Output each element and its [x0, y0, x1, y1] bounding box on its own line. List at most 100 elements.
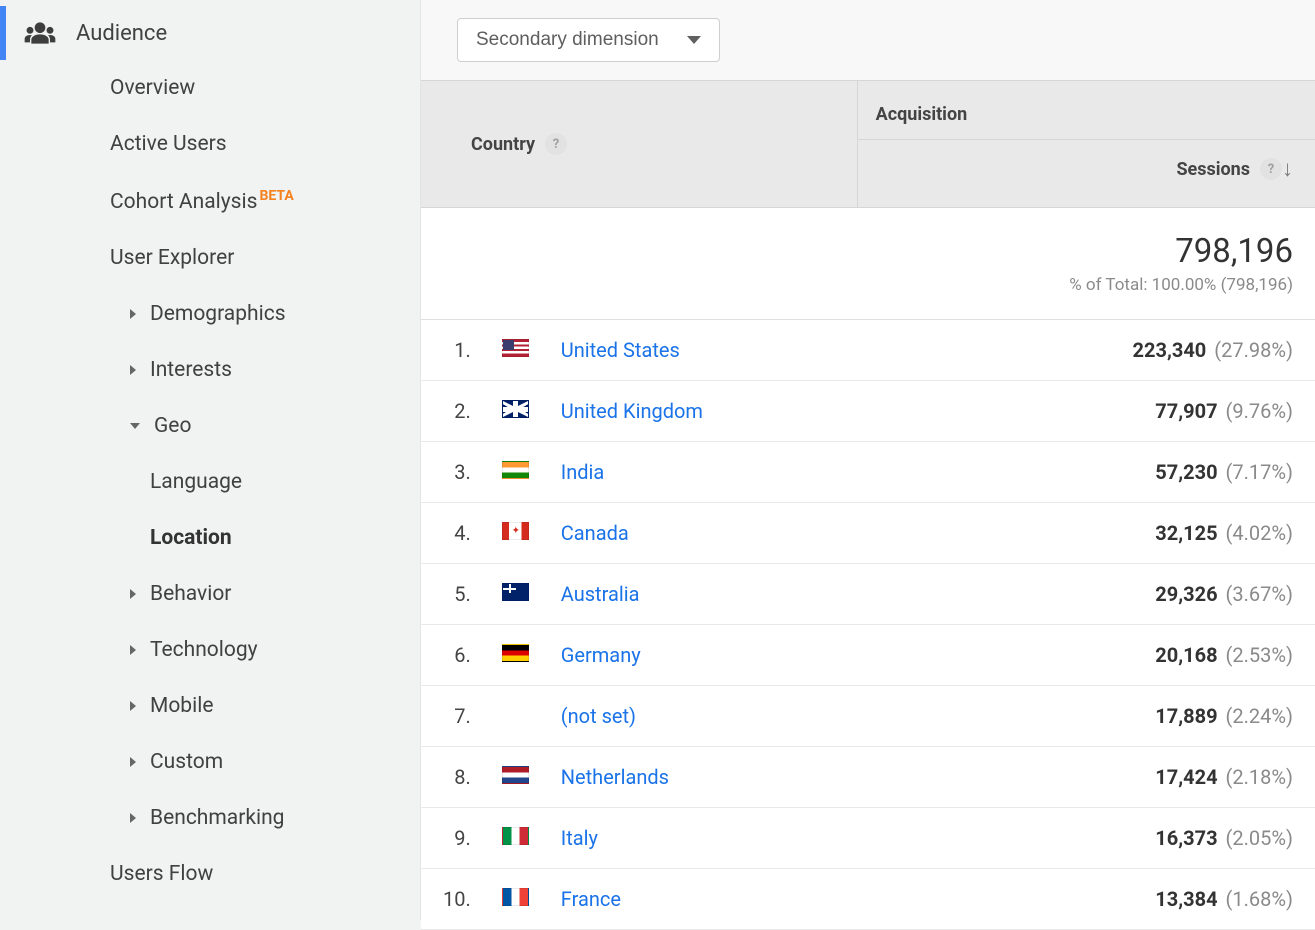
sidebar-item-active-users[interactable]: Active Users — [0, 116, 420, 172]
country-link[interactable]: France — [561, 887, 621, 911]
sessions-value: 20,168 — [1155, 643, 1217, 667]
sidebar-item-behavior[interactable]: Behavior — [0, 566, 420, 622]
country-link[interactable]: United States — [561, 338, 680, 362]
sidebar-nav: OverviewActive UsersCohort AnalysisBETAU… — [0, 60, 420, 902]
flag-icon-de — [502, 644, 529, 662]
flag-cell — [493, 747, 539, 808]
flag-icon-none — [502, 705, 529, 723]
sidebar-item-label: Technology — [150, 638, 258, 662]
sidebar-item-geo[interactable]: Geo — [0, 398, 420, 454]
table-row: 2.United Kingdom77,907(9.76%) — [421, 381, 1315, 442]
sidebar-item-label: Interests — [150, 358, 232, 382]
sessions-value: 57,230 — [1155, 460, 1217, 484]
sessions-cell: 17,889(2.24%) — [857, 686, 1315, 747]
caret-right-icon — [130, 757, 136, 767]
country-link[interactable]: United Kingdom — [561, 399, 703, 423]
flag-cell — [493, 503, 539, 564]
flag-cell — [493, 564, 539, 625]
sessions-value: 17,889 — [1155, 704, 1217, 728]
help-icon[interactable]: ? — [1260, 158, 1282, 180]
audience-icon — [24, 20, 56, 46]
caret-right-icon — [130, 813, 136, 823]
sessions-cell: 77,907(9.76%) — [857, 381, 1315, 442]
flag-cell — [493, 869, 539, 930]
table-row: 4.Canada32,125(4.02%) — [421, 503, 1315, 564]
table-row: 5.Australia29,326(3.67%) — [421, 564, 1315, 625]
secondary-dimension-dropdown[interactable]: Secondary dimension — [457, 18, 720, 62]
country-link[interactable]: India — [561, 460, 605, 484]
row-index: 6. — [421, 625, 493, 686]
sidebar-item-custom[interactable]: Custom — [0, 734, 420, 790]
sidebar-item-label: Cohort Analysis — [110, 190, 257, 214]
column-header-country[interactable]: Country ? — [421, 81, 857, 207]
sessions-percent: (2.53%) — [1226, 643, 1293, 667]
locations-table: Country ? Acquisition Sessions ? — [421, 80, 1315, 930]
flag-icon-in — [502, 461, 529, 479]
sidebar-item-location[interactable]: Location — [0, 510, 420, 566]
row-index: 1. — [421, 320, 493, 381]
table-row: 7. (not set) 17,889(2.24%) — [421, 686, 1315, 747]
country-link[interactable]: Germany — [561, 643, 641, 667]
sidebar-item-label: User Explorer — [110, 246, 234, 270]
sidebar-item-label: Demographics — [150, 302, 286, 326]
column-header-sessions[interactable]: Sessions ? ↓ — [858, 140, 1315, 198]
flag-cell — [493, 442, 539, 503]
caret-right-icon — [130, 645, 136, 655]
row-index: 4. — [421, 503, 493, 564]
flag-cell — [493, 381, 539, 442]
sidebar-item-label: Geo — [154, 414, 191, 438]
sidebar-item-language[interactable]: Language — [0, 454, 420, 510]
sessions-value: 77,907 — [1155, 399, 1217, 423]
main-panel: Secondary dimension Country ? Acquisitio… — [420, 0, 1315, 920]
sessions-value: 29,326 — [1155, 582, 1217, 606]
caret-down-icon — [130, 423, 140, 429]
flag-icon-au — [502, 583, 529, 601]
table-row: 10.France13,384(1.68%) — [421, 869, 1315, 930]
sessions-percent: (2.05%) — [1226, 826, 1293, 850]
flag-icon-gb — [502, 400, 529, 418]
help-icon[interactable]: ? — [545, 133, 567, 155]
flag-icon-fr — [502, 888, 529, 906]
sessions-value: 16,373 — [1155, 826, 1217, 850]
sidebar-item-users-flow[interactable]: Users Flow — [0, 846, 420, 902]
beta-badge: BETA — [259, 188, 293, 204]
sidebar-item-label: Overview — [110, 76, 195, 100]
sessions-cell: 57,230(7.17%) — [857, 442, 1315, 503]
sessions-percent: (27.98%) — [1214, 338, 1293, 362]
table-row: 1.United States223,340(27.98%) — [421, 320, 1315, 381]
sort-descending-icon: ↓ — [1282, 156, 1293, 182]
country-link[interactable]: (not set) — [561, 704, 636, 728]
sidebar-item-cohort-analysis[interactable]: Cohort AnalysisBETA — [0, 172, 420, 230]
sidebar-section-label: Audience — [76, 21, 167, 46]
flag-icon-ca — [502, 522, 529, 540]
sessions-cell: 16,373 (2.05%) — [857, 808, 1315, 869]
sidebar-item-label: Location — [150, 526, 232, 550]
toolbar: Secondary dimension — [421, 0, 1315, 80]
row-index: 10. — [421, 869, 493, 930]
sidebar-item-demographics[interactable]: Demographics — [0, 286, 420, 342]
sidebar-item-benchmarking[interactable]: Benchmarking — [0, 790, 420, 846]
flag-cell — [493, 686, 539, 747]
sidebar-item-user-explorer[interactable]: User Explorer — [0, 230, 420, 286]
country-link[interactable]: Netherlands — [561, 765, 669, 789]
sidebar-item-interests[interactable]: Interests — [0, 342, 420, 398]
country-link[interactable]: Canada — [561, 521, 629, 545]
row-index: 8. — [421, 747, 493, 808]
sidebar-item-mobile[interactable]: Mobile — [0, 678, 420, 734]
country-link[interactable]: Australia — [561, 582, 640, 606]
flag-icon-nl — [502, 766, 529, 784]
country-link[interactable]: Italy — [561, 826, 598, 850]
sessions-value: 17,424 — [1155, 765, 1217, 789]
row-index: 5. — [421, 564, 493, 625]
caret-right-icon — [130, 589, 136, 599]
caret-right-icon — [130, 701, 136, 711]
sidebar-item-overview[interactable]: Overview — [0, 60, 420, 116]
sidebar-section-audience[interactable]: Audience — [0, 6, 420, 60]
chevron-down-icon — [687, 36, 701, 44]
sidebar-item-technology[interactable]: Technology — [0, 622, 420, 678]
row-index: 7. — [421, 686, 493, 747]
table-body: 798,196 % of Total: 100.00% (798,196) 1.… — [421, 208, 1315, 930]
flag-icon-it — [502, 827, 529, 845]
secondary-dimension-label: Secondary dimension — [476, 29, 659, 51]
table-row: 9.Italy16,373(2.05%) — [421, 808, 1315, 869]
